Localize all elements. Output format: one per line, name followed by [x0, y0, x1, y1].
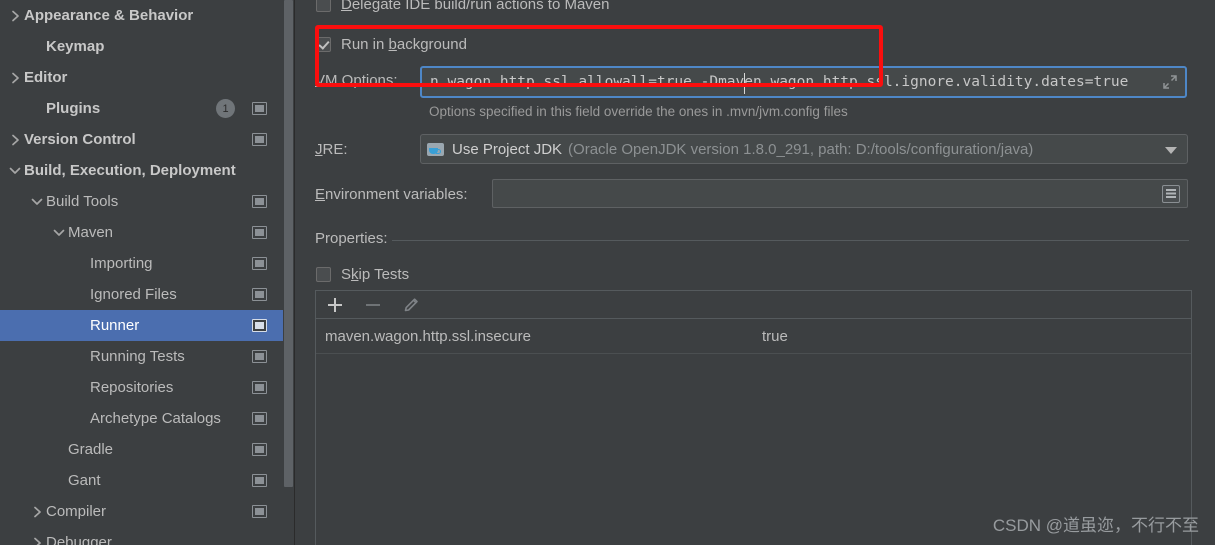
delegate-ide-build-checkbox-row[interactable]: Delegate IDE build/run actions to Maven — [316, 0, 610, 13]
sidebar-item-build-execution-deployment[interactable]: Build, Execution, Deployment — [0, 155, 283, 186]
sidebar-item-debugger[interactable]: Debugger — [0, 527, 283, 545]
environment-variables-input[interactable] — [492, 179, 1188, 208]
sidebar-item-label: Gant — [68, 472, 101, 489]
project-settings-icon — [252, 102, 267, 115]
environment-variables-label: Environment variables: — [315, 186, 468, 203]
sidebar-item-plugins[interactable]: Plugins 1 — [0, 93, 283, 124]
sidebar-item-build-tools[interactable]: Build Tools — [0, 186, 283, 217]
sidebar-item-label: Version Control — [24, 131, 136, 148]
sidebar-item-label: Plugins — [46, 100, 101, 117]
jre-label: JRE: — [315, 141, 348, 158]
sidebar-item-label: Gradle — [68, 441, 114, 458]
sidebar-item-label: Maven — [68, 224, 114, 241]
chevron-right-icon[interactable] — [6, 134, 24, 146]
sidebar-item-compiler[interactable]: Compiler — [0, 496, 283, 527]
sidebar-item-importing[interactable]: Importing — [0, 248, 283, 279]
project-settings-icon — [252, 226, 267, 239]
chevron-down-icon[interactable] — [6, 166, 24, 175]
sidebar-item-label: Build Tools — [46, 193, 119, 210]
skip-tests-label: Skip Tests — [341, 266, 410, 283]
jdk-folder-icon — [427, 141, 445, 157]
sidebar-item-maven[interactable]: Maven — [0, 217, 283, 248]
properties-table-panel: maven.wagon.http.ssl.insecure true — [315, 290, 1192, 545]
project-settings-icon — [252, 474, 267, 487]
chevron-down-icon[interactable] — [1165, 147, 1177, 154]
project-settings-icon — [252, 381, 267, 394]
skip-tests-checkbox[interactable] — [316, 267, 331, 282]
properties-section-label: Properties: — [315, 230, 388, 247]
sidebar-item-label: Debugger — [46, 534, 112, 545]
jre-selected-value: Use Project JDK — [452, 140, 563, 158]
properties-section-divider — [392, 240, 1189, 241]
jre-selected-detail: (Oracle OpenJDK version 1.8.0_291, path:… — [568, 140, 1034, 158]
chevron-down-icon[interactable] — [50, 228, 68, 237]
sidebar-item-label: Repositories — [90, 379, 174, 396]
project-settings-icon — [252, 443, 267, 456]
property-value-cell: true — [762, 327, 788, 345]
sidebar-item-label: Ignored Files — [90, 286, 177, 303]
sidebar-item-label: Runner — [90, 317, 140, 334]
skip-tests-checkbox-row[interactable]: Skip Tests — [316, 266, 409, 283]
project-settings-icon — [252, 257, 267, 270]
text-caret — [744, 73, 745, 94]
project-settings-icon — [252, 412, 267, 425]
sidebar-item-label: Editor — [24, 69, 68, 86]
chevron-down-icon[interactable] — [28, 197, 46, 206]
sidebar-scrollbar-thumb[interactable] — [284, 0, 293, 487]
chevron-right-icon[interactable] — [28, 506, 46, 518]
add-property-button[interactable] — [324, 294, 346, 316]
run-in-background-label: Run in background — [341, 36, 467, 53]
watermark-text: CSDN @道虽迩，不行不至 — [992, 516, 1199, 535]
environment-variables-browse-icon[interactable] — [1162, 185, 1180, 203]
expand-editor-icon[interactable] — [1161, 73, 1179, 91]
run-in-background-checkbox-row[interactable]: Run in background — [316, 36, 467, 53]
sidebar-item-ignored-files[interactable]: Ignored Files — [0, 279, 283, 310]
settings-dialog: Appearance & Behavior Keymap Editor Plugins… — [0, 0, 1215, 545]
sidebar-item-label: Keymap — [46, 38, 105, 55]
project-settings-icon — [252, 505, 267, 518]
project-settings-icon — [252, 319, 267, 332]
project-settings-icon — [252, 288, 267, 301]
jre-combobox[interactable]: Use Project JDK (Oracle OpenJDK version … — [420, 134, 1188, 164]
properties-table-toolbar — [316, 291, 1191, 319]
vm-options-label: VM Options: — [315, 72, 398, 89]
sidebar-item-label: Build, Execution, Deployment — [24, 162, 236, 179]
project-settings-icon — [252, 195, 267, 208]
sidebar-item-runner[interactable]: Runner — [0, 310, 283, 341]
sidebar-item-label: Appearance & Behavior — [24, 7, 194, 24]
vm-options-hint: Options specified in this field override… — [429, 104, 848, 119]
sidebar-item-label: Archetype Catalogs — [90, 410, 221, 427]
sidebar-item-editor[interactable]: Editor — [0, 62, 283, 93]
table-row[interactable]: maven.wagon.http.ssl.insecure true — [316, 319, 1191, 354]
sidebar-item-gradle[interactable]: Gradle — [0, 434, 283, 465]
property-name-cell: maven.wagon.http.ssl.insecure — [325, 327, 531, 345]
sidebar-item-version-control[interactable]: Version Control — [0, 124, 283, 155]
sidebar-item-repositories[interactable]: Repositories — [0, 372, 283, 403]
sidebar-item-archetype-catalogs[interactable]: Archetype Catalogs — [0, 403, 283, 434]
vm-options-value: n.wagon.http.ssl.allowall=true -Dmaven.w… — [430, 74, 1129, 90]
chevron-right-icon[interactable] — [6, 10, 24, 22]
sidebar-item-label: Importing — [90, 255, 153, 272]
edit-property-button[interactable] — [400, 294, 422, 316]
sidebar-item-label: Running Tests — [90, 348, 185, 365]
sidebar-scrollbar[interactable] — [283, 0, 294, 545]
plugins-update-badge: 1 — [216, 99, 235, 118]
project-settings-icon — [252, 350, 267, 363]
sidebar-item-appearance-behavior[interactable]: Appearance & Behavior — [0, 0, 283, 31]
sidebar-item-running-tests[interactable]: Running Tests — [0, 341, 283, 372]
run-in-background-checkbox[interactable] — [316, 37, 331, 52]
chevron-right-icon[interactable] — [28, 537, 46, 545]
vm-options-input[interactable]: n.wagon.http.ssl.allowall=true -Dmaven.w… — [420, 66, 1187, 98]
properties-table-body[interactable]: maven.wagon.http.ssl.insecure true — [316, 319, 1191, 354]
sidebar-item-gant[interactable]: Gant — [0, 465, 283, 496]
maven-runner-settings-panel: Delegate IDE build/run actions to Maven … — [295, 0, 1215, 545]
sidebar-item-label: Compiler — [46, 503, 107, 520]
chevron-right-icon[interactable] — [6, 72, 24, 84]
delegate-ide-build-checkbox[interactable] — [316, 0, 331, 12]
remove-property-button[interactable] — [362, 294, 384, 316]
sidebar-item-keymap[interactable]: Keymap — [0, 31, 283, 62]
delegate-ide-build-label: Delegate IDE build/run actions to Maven — [341, 0, 610, 13]
project-settings-icon — [252, 133, 267, 146]
settings-sidebar-tree[interactable]: Appearance & Behavior Keymap Editor Plugins… — [0, 0, 283, 545]
